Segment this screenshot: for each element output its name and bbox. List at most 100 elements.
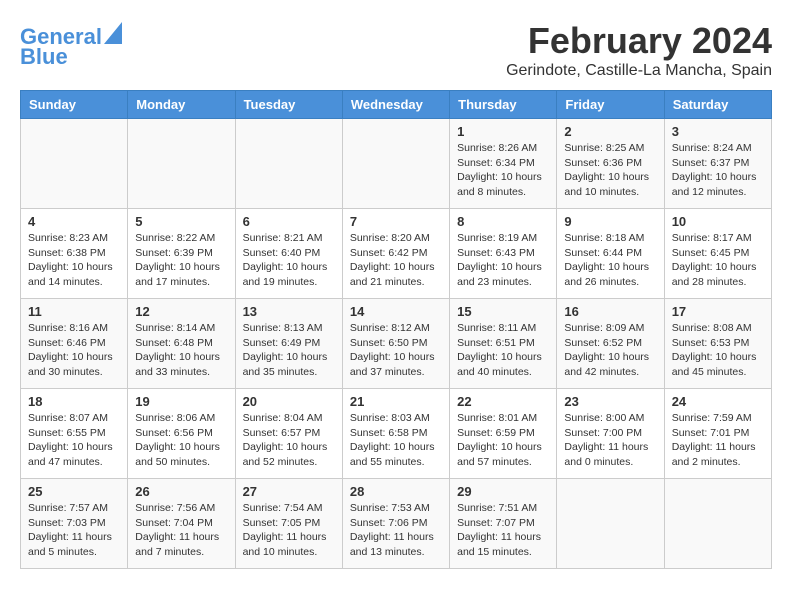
calendar-cell-w2-d6: 9 Sunrise: 8:18 AM Sunset: 6:44 PM Daylig… — [557, 209, 664, 299]
calendar-cell-w1-d7: 3Sunrise: 8:24 AM Sunset: 6:37 PM Daylig… — [664, 119, 771, 209]
subtitle: Gerindote, Castille-La Mancha, Spain — [506, 62, 772, 80]
day-detail: Sunrise: 8:11 AM Sunset: 6:51 PM Dayligh… — [457, 321, 549, 380]
day-detail: Sunrise: 7:59 AM Sunset: 7:01 PM Dayligh… — [672, 411, 764, 470]
day-detail: Sunrise: 8:23 AM Sunset: 6:38 PM Dayligh… — [28, 231, 120, 290]
day-number: 2 — [564, 124, 656, 139]
day-detail: Sunrise: 8:26 AM Sunset: 6:34 PM Dayligh… — [457, 141, 549, 200]
day-number: 25 — [28, 484, 120, 499]
calendar-cell-w1-d1 — [21, 119, 128, 209]
day-number: 5 — [135, 214, 227, 229]
calendar-cell-w4-d7: 24 Sunrise: 7:59 AM Sunset: 7:01 PM Dayli… — [664, 389, 771, 479]
day-detail: Sunrise: 8:14 AM Sunset: 6:48 PM Dayligh… — [135, 321, 227, 380]
day-detail: Sunrise: 7:51 AM Sunset: 7:07 PM Dayligh… — [457, 501, 549, 560]
col-monday: Monday — [128, 91, 235, 119]
calendar-cell-w1-d5: 1 Sunrise: 8:26 AM Sunset: 6:34 PM Daylig… — [450, 119, 557, 209]
day-number: 24 — [672, 394, 764, 409]
day-number: 7 — [350, 214, 442, 229]
calendar-cell-w2-d3: 6 Sunrise: 8:21 AM Sunset: 6:40 PM Daylig… — [235, 209, 342, 299]
day-number: 19 — [135, 394, 227, 409]
title-section: February 2024 Gerindote, Castille-La Man… — [506, 20, 772, 80]
day-detail: Sunrise: 8:07 AM Sunset: 6:55 PM Dayligh… — [28, 411, 120, 470]
day-detail: Sunrise: 8:04 AM Sunset: 6:57 PM Dayligh… — [243, 411, 335, 470]
day-number: 23 — [564, 394, 656, 409]
day-number: 18 — [28, 394, 120, 409]
day-detail: Sunrise: 8:25 AM Sunset: 6:36 PM Dayligh… — [564, 141, 656, 200]
day-number: 10 — [672, 214, 764, 229]
day-number: 28 — [350, 484, 442, 499]
day-detail: Sunrise: 8:00 AM Sunset: 7:00 PM Dayligh… — [564, 411, 656, 470]
calendar-cell-w2-d4: 7 Sunrise: 8:20 AM Sunset: 6:42 PM Daylig… — [342, 209, 449, 299]
logo-text-blue: Blue — [20, 45, 68, 69]
calendar-week-4: 18 Sunrise: 8:07 AM Sunset: 6:55 PM Dayli… — [21, 389, 772, 479]
day-number: 11 — [28, 304, 120, 319]
day-number: 4 — [28, 214, 120, 229]
day-detail: Sunrise: 8:03 AM Sunset: 6:58 PM Dayligh… — [350, 411, 442, 470]
calendar-cell-w5-d6 — [557, 479, 664, 569]
calendar-cell-w1-d3 — [235, 119, 342, 209]
day-number: 20 — [243, 394, 335, 409]
calendar-week-2: 4 Sunrise: 8:23 AM Sunset: 6:38 PM Daylig… — [21, 209, 772, 299]
calendar-cell-w1-d2 — [128, 119, 235, 209]
calendar-cell-w3-d1: 11 Sunrise: 8:16 AM Sunset: 6:46 PM Dayli… — [21, 299, 128, 389]
day-detail: Sunrise: 8:08 AM Sunset: 6:53 PM Dayligh… — [672, 321, 764, 380]
col-saturday: Saturday — [664, 91, 771, 119]
calendar-cell-w4-d3: 20 Sunrise: 8:04 AM Sunset: 6:57 PM Dayli… — [235, 389, 342, 479]
page-header: General Blue February 2024 Gerindote, Ca… — [20, 20, 772, 80]
day-number: 6 — [243, 214, 335, 229]
calendar-cell-w4-d5: 22 Sunrise: 8:01 AM Sunset: 6:59 PM Dayli… — [450, 389, 557, 479]
day-detail: Sunrise: 8:01 AM Sunset: 6:59 PM Dayligh… — [457, 411, 549, 470]
day-detail: Sunrise: 8:06 AM Sunset: 6:56 PM Dayligh… — [135, 411, 227, 470]
day-number: 1 — [457, 124, 549, 139]
calendar-cell-w5-d1: 25 Sunrise: 7:57 AM Sunset: 7:03 PM Dayli… — [21, 479, 128, 569]
day-number: 12 — [135, 304, 227, 319]
calendar-cell-w1-d6: 2 Sunrise: 8:25 AM Sunset: 6:36 PM Daylig… — [557, 119, 664, 209]
col-friday: Friday — [557, 91, 664, 119]
calendar-cell-w2-d1: 4 Sunrise: 8:23 AM Sunset: 6:38 PM Daylig… — [21, 209, 128, 299]
col-tuesday: Tuesday — [235, 91, 342, 119]
day-number: 8 — [457, 214, 549, 229]
calendar-cell-w5-d3: 27 Sunrise: 7:54 AM Sunset: 7:05 PM Dayli… — [235, 479, 342, 569]
day-number: 9 — [564, 214, 656, 229]
day-detail: Sunrise: 8:18 AM Sunset: 6:44 PM Dayligh… — [564, 231, 656, 290]
day-number: 14 — [350, 304, 442, 319]
day-detail: Sunrise: 8:20 AM Sunset: 6:42 PM Dayligh… — [350, 231, 442, 290]
calendar-cell-w2-d5: 8Sunrise: 8:19 AM Sunset: 6:43 PM Daylig… — [450, 209, 557, 299]
calendar-cell-w4-d2: 19 Sunrise: 8:06 AM Sunset: 6:56 PM Dayli… — [128, 389, 235, 479]
calendar-cell-w3-d7: 17 Sunrise: 8:08 AM Sunset: 6:53 PM Dayli… — [664, 299, 771, 389]
day-detail: Sunrise: 8:24 AM Sunset: 6:37 PM Dayligh… — [672, 141, 764, 200]
day-number: 26 — [135, 484, 227, 499]
calendar-cell-w3-d6: 16 Sunrise: 8:09 AM Sunset: 6:52 PM Dayli… — [557, 299, 664, 389]
logo: General Blue — [20, 25, 122, 69]
day-detail: Sunrise: 8:09 AM Sunset: 6:52 PM Dayligh… — [564, 321, 656, 380]
calendar-cell-w3-d4: 14 Sunrise: 8:12 AM Sunset: 6:50 PM Dayli… — [342, 299, 449, 389]
day-detail: Sunrise: 8:21 AM Sunset: 6:40 PM Dayligh… — [243, 231, 335, 290]
calendar-cell-w4-d4: 21Sunrise: 8:03 AM Sunset: 6:58 PM Dayli… — [342, 389, 449, 479]
calendar-cell-w1-d4 — [342, 119, 449, 209]
day-detail: Sunrise: 8:13 AM Sunset: 6:49 PM Dayligh… — [243, 321, 335, 380]
day-detail: Sunrise: 8:12 AM Sunset: 6:50 PM Dayligh… — [350, 321, 442, 380]
col-wednesday: Wednesday — [342, 91, 449, 119]
calendar-cell-w3-d5: 15 Sunrise: 8:11 AM Sunset: 6:51 PM Dayli… — [450, 299, 557, 389]
day-number: 22 — [457, 394, 549, 409]
calendar-cell-w2-d7: 10 Sunrise: 8:17 AM Sunset: 6:45 PM Dayli… — [664, 209, 771, 299]
day-number: 17 — [672, 304, 764, 319]
logo-icon — [104, 22, 122, 44]
day-detail: Sunrise: 7:53 AM Sunset: 7:06 PM Dayligh… — [350, 501, 442, 560]
calendar-table: Sunday Monday Tuesday Wednesday Thursday… — [20, 90, 772, 569]
calendar-cell-w5-d5: 29Sunrise: 7:51 AM Sunset: 7:07 PM Dayli… — [450, 479, 557, 569]
day-number: 13 — [243, 304, 335, 319]
day-number: 16 — [564, 304, 656, 319]
day-detail: Sunrise: 7:54 AM Sunset: 7:05 PM Dayligh… — [243, 501, 335, 560]
day-detail: Sunrise: 8:16 AM Sunset: 6:46 PM Dayligh… — [28, 321, 120, 380]
calendar-cell-w3-d2: 12 Sunrise: 8:14 AM Sunset: 6:48 PM Dayli… — [128, 299, 235, 389]
day-number: 27 — [243, 484, 335, 499]
calendar-cell-w5-d2: 26Sunrise: 7:56 AM Sunset: 7:04 PM Dayli… — [128, 479, 235, 569]
calendar-week-1: 1 Sunrise: 8:26 AM Sunset: 6:34 PM Daylig… — [21, 119, 772, 209]
calendar-week-5: 25 Sunrise: 7:57 AM Sunset: 7:03 PM Dayli… — [21, 479, 772, 569]
calendar-cell-w3-d3: 13 Sunrise: 8:13 AM Sunset: 6:49 PM Dayli… — [235, 299, 342, 389]
day-number: 15 — [457, 304, 549, 319]
day-detail: Sunrise: 7:57 AM Sunset: 7:03 PM Dayligh… — [28, 501, 120, 560]
day-detail: Sunrise: 8:17 AM Sunset: 6:45 PM Dayligh… — [672, 231, 764, 290]
calendar-cell-w5-d7 — [664, 479, 771, 569]
calendar-week-3: 11 Sunrise: 8:16 AM Sunset: 6:46 PM Dayli… — [21, 299, 772, 389]
